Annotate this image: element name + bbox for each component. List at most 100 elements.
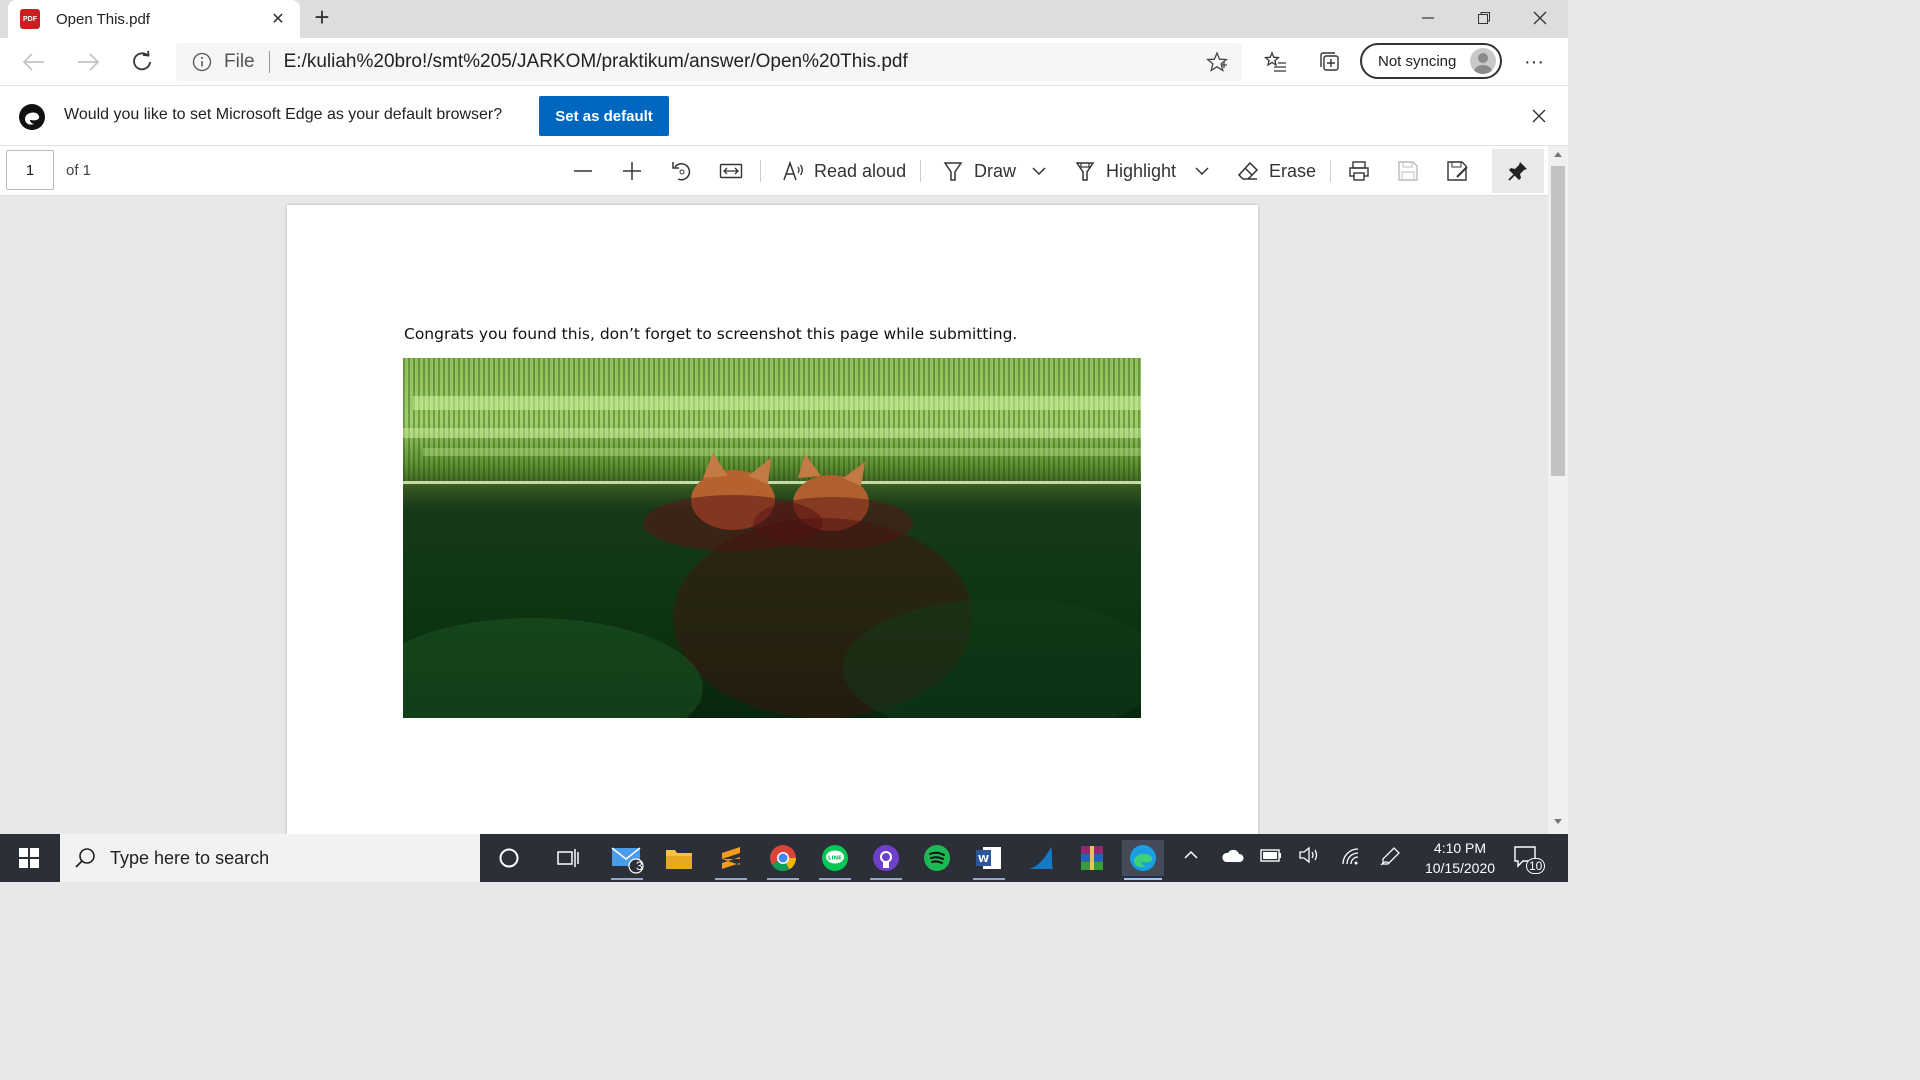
address-bar[interactable]: File E:/kuliah%20bro!/smt%205/JARKOM/pra… (176, 43, 1242, 81)
favorite-star-icon[interactable] (1206, 51, 1228, 73)
draw-options-dropdown[interactable] (1030, 155, 1048, 187)
draw-button[interactable]: Draw (942, 155, 1016, 187)
taskbar-spotify[interactable] (917, 840, 957, 876)
scrollbar-thumb[interactable] (1551, 166, 1565, 476)
minimize-button[interactable] (1400, 0, 1456, 36)
taskbar-search-box[interactable]: Type here to search (60, 834, 480, 882)
taskbar-mail[interactable]: 3 (607, 840, 647, 880)
url-text[interactable]: E:/kuliah%20bro!/smt%205/JARKOM/praktiku… (284, 51, 908, 73)
pin-icon (1508, 162, 1527, 181)
taskbar-winrar[interactable] (1072, 840, 1112, 876)
battery-tray[interactable] (1259, 846, 1283, 869)
taskbar-word[interactable]: W (969, 840, 1009, 880)
printer-icon (1349, 161, 1369, 181)
pdf-toolbar: 1 of 1 Read aloud Draw Highlight Erase (0, 146, 1548, 196)
taskbar-file-explorer[interactable] (659, 840, 699, 876)
close-window-button[interactable] (1512, 0, 1568, 36)
info-icon[interactable] (192, 52, 212, 72)
new-tab-button[interactable]: + (308, 4, 336, 32)
read-aloud-button[interactable]: Read aloud (782, 155, 906, 187)
zoom-out-button[interactable] (572, 155, 594, 187)
running-indicator (715, 878, 747, 880)
restore-button[interactable] (1456, 0, 1512, 36)
github-icon (873, 845, 899, 871)
taskbar-sublime[interactable] (711, 840, 751, 880)
highlight-options-dropdown[interactable] (1193, 155, 1211, 187)
search-placeholder: Type here to search (110, 847, 270, 868)
cortana-icon (499, 848, 519, 868)
plus-icon (623, 162, 641, 180)
back-arrow-icon (23, 53, 44, 71)
back-button[interactable] (18, 46, 50, 78)
forward-arrow-icon (78, 53, 99, 71)
chevron-down-icon (1032, 167, 1046, 176)
pin-toolbar-button[interactable] (1492, 149, 1544, 193)
clock-date: 10/15/2020 (1424, 860, 1496, 876)
erase-button[interactable]: Erase (1237, 155, 1316, 187)
forward-button[interactable] (72, 46, 104, 78)
navigation-bar: File E:/kuliah%20bro!/smt%205/JARKOM/pra… (0, 38, 1568, 86)
print-button[interactable] (1348, 155, 1370, 187)
tab-close-icon[interactable]: ✕ (268, 9, 288, 29)
taskbar-edge[interactable] (1122, 840, 1164, 880)
onedrive-tray[interactable] (1220, 846, 1244, 869)
collections-button[interactable] (1314, 46, 1346, 78)
rotate-icon (672, 162, 691, 181)
page-number-input[interactable]: 1 (6, 150, 54, 190)
edge-icon (1130, 845, 1156, 871)
tab-title: Open This.pdf (56, 10, 150, 28)
taskbar-line[interactable]: LINE (815, 840, 855, 880)
save-as-icon (1447, 161, 1468, 181)
volume-tray[interactable] (1298, 846, 1322, 869)
pen-workspace-tray[interactable] (1380, 846, 1402, 871)
document-text: Congrats you found this, don’t forget to… (404, 325, 1018, 343)
collections-icon (1320, 52, 1339, 71)
task-view-button[interactable] (548, 840, 588, 876)
taskbar-clock[interactable]: 4:10 PM 10/15/2020 (1414, 838, 1506, 878)
erase-label: Erase (1269, 160, 1317, 181)
zoom-in-button[interactable] (621, 155, 643, 187)
favorites-button[interactable] (1260, 46, 1292, 78)
taskbar-chrome[interactable] (763, 840, 803, 880)
scheme-label: File (224, 51, 255, 72)
banner-close-icon[interactable] (1532, 109, 1546, 123)
refresh-button[interactable] (126, 46, 158, 78)
line-app-icon: LINE (822, 845, 848, 871)
start-button[interactable] (0, 834, 58, 882)
cloud-icon (1222, 849, 1244, 862)
settings-more-button[interactable]: ··· (1518, 46, 1550, 78)
address-divider (268, 51, 270, 73)
scroll-up-icon[interactable] (1553, 150, 1563, 158)
taskbar-github[interactable] (866, 840, 906, 880)
draw-pen-icon (943, 162, 963, 181)
running-indicator (611, 878, 643, 880)
mail-badge: 3 (636, 859, 643, 873)
chrome-icon (770, 845, 797, 872)
running-indicator (973, 878, 1005, 880)
network-tray[interactable] (1340, 846, 1362, 871)
save-as-button[interactable] (1446, 155, 1470, 187)
speaker-icon (1299, 846, 1318, 864)
active-indicator (1124, 878, 1162, 880)
windows-logo-icon (19, 848, 39, 868)
read-aloud-label: Read aloud (814, 160, 907, 181)
vertical-scrollbar[interactable] (1548, 146, 1568, 834)
set-as-default-button[interactable]: Set as default (539, 96, 669, 136)
profile-sync-button[interactable]: Not syncing (1360, 43, 1502, 79)
page-count-label: of 1 (66, 162, 92, 179)
fit-width-button[interactable] (719, 155, 743, 187)
highlight-button[interactable]: Highlight (1074, 155, 1176, 187)
save-button[interactable] (1397, 155, 1419, 187)
highlighter-icon (1075, 162, 1095, 181)
scroll-down-icon[interactable] (1553, 818, 1563, 826)
taskbar-wireshark[interactable] (1021, 840, 1061, 876)
pdf-page: Congrats you found this, don’t forget to… (287, 205, 1258, 845)
search-icon (75, 848, 95, 868)
tab-open-this-pdf[interactable]: PDF Open This.pdf ✕ (8, 0, 300, 38)
action-center-button[interactable]: 10 (1512, 844, 1546, 874)
show-hidden-icons-button[interactable] (1182, 846, 1200, 869)
running-indicator (819, 878, 851, 880)
minimize-icon (1422, 17, 1434, 19)
cortana-button[interactable] (489, 840, 529, 876)
rotate-button[interactable] (670, 155, 694, 187)
